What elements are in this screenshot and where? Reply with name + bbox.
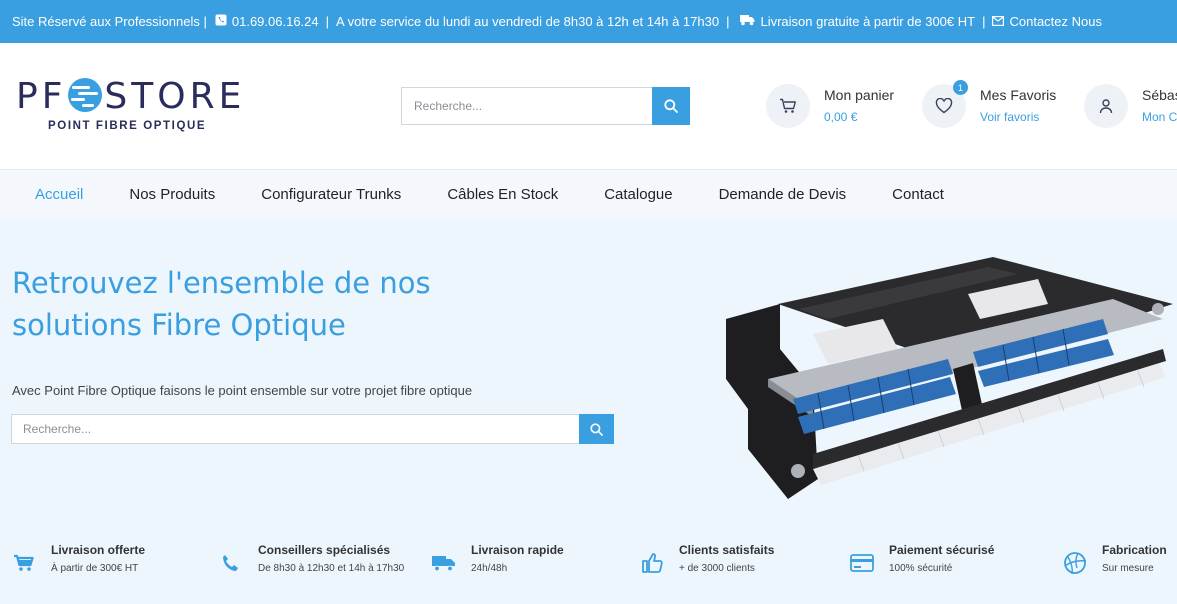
- search-icon: [590, 422, 603, 436]
- hero-search: [11, 414, 614, 444]
- favorites-title: Mes Favoris: [980, 87, 1057, 103]
- logo-tagline: POINT FIBRE OPTIQUE: [48, 120, 207, 132]
- cart-icon: [11, 550, 37, 576]
- nav-demande-de-devis[interactable]: Demande de Devis: [719, 186, 847, 203]
- fiber-patch-panel-image: [726, 257, 1173, 499]
- nav-catalogue[interactable]: Catalogue: [604, 186, 672, 203]
- hero-subtitle: Avec Point Fibre Optique faisons le poin…: [12, 383, 473, 398]
- credit-card-icon: [849, 550, 875, 576]
- phone-number[interactable]: 01.69.06.16.24: [232, 14, 319, 29]
- feature-fast-delivery: Livraison rapide 24h/48h: [431, 542, 564, 576]
- hero-section: Retrouvez l'ensemble de nos solutions Fi…: [0, 219, 1177, 604]
- header-search-button[interactable]: [652, 87, 690, 125]
- site-header: PFSTORE POINT FIBRE OPTIQUE Mon panier 0…: [0, 43, 1177, 170]
- user-icon: [1084, 84, 1128, 128]
- truck-icon: [431, 550, 457, 576]
- cart-widget[interactable]: Mon panier 0,00 €: [766, 83, 894, 129]
- nav-nos-produits[interactable]: Nos Produits: [129, 186, 215, 203]
- search-icon: [664, 99, 678, 113]
- cart-total: 0,00 €: [824, 110, 858, 124]
- contact-link[interactable]: Contactez Nous: [1009, 14, 1102, 29]
- header-search: [401, 87, 690, 125]
- feature-free-delivery: Livraison offerte À partir de 300€ HT: [11, 542, 145, 576]
- account-widget[interactable]: Sébas Mon C: [1084, 83, 1177, 129]
- thumbs-up-icon: [639, 550, 665, 576]
- globe-icon: [1062, 550, 1088, 576]
- heart-icon: 1: [922, 80, 968, 128]
- pfstore-logo[interactable]: PF STORE POINT FIBRE OPTIQUE: [16, 77, 246, 137]
- opening-hours: A votre service du lundi au vendredi de …: [336, 14, 720, 29]
- favorites-count-badge: 1: [953, 80, 968, 95]
- feature-custom-manufacturing: Fabrication Sur mesure: [1062, 542, 1167, 576]
- favorites-widget[interactable]: 1 Mes Favoris Voir favoris: [922, 80, 1057, 129]
- fiber-globe-icon: [68, 78, 103, 112]
- free-delivery-text: Livraison gratuite à partir de 300€ HT: [760, 14, 976, 29]
- phone-icon: [218, 550, 244, 576]
- truck-icon: [740, 14, 755, 29]
- hero-title: Retrouvez l'ensemble de nos solutions Fi…: [12, 266, 431, 342]
- nav-configurateur-trunks[interactable]: Configurateur Trunks: [261, 186, 401, 203]
- hero-search-button[interactable]: [579, 414, 614, 444]
- cart-icon: [766, 84, 810, 128]
- main-nav: Accueil Nos Produits Configurateur Trunk…: [0, 170, 1177, 219]
- nav-contact[interactable]: Contact: [892, 186, 944, 203]
- favorites-link[interactable]: Voir favoris: [980, 108, 1056, 126]
- top-info-bar: Site Réservé aux Professionnels | 01.69.…: [0, 0, 1177, 43]
- account-link[interactable]: Mon C: [1142, 108, 1177, 126]
- hero-search-input[interactable]: [11, 414, 579, 444]
- cart-title: Mon panier: [824, 87, 895, 103]
- phone-icon: [215, 14, 227, 29]
- nav-accueil[interactable]: Accueil: [35, 186, 83, 203]
- feature-advisors: Conseillers spécialisés De 8h30 à 12h30 …: [218, 542, 404, 576]
- header-search-input[interactable]: [401, 87, 652, 125]
- account-name: Sébas: [1142, 87, 1177, 103]
- feature-secure-payment: Paiement sécurisé 100% sécurité: [849, 542, 994, 576]
- nav-cables-en-stock[interactable]: Câbles En Stock: [447, 186, 558, 203]
- envelope-icon: [992, 14, 1005, 29]
- feature-satisfied-clients: Clients satisfaits + de 3000 clients: [639, 542, 774, 576]
- reserved-text: Site Réservé aux Professionnels |: [12, 14, 207, 29]
